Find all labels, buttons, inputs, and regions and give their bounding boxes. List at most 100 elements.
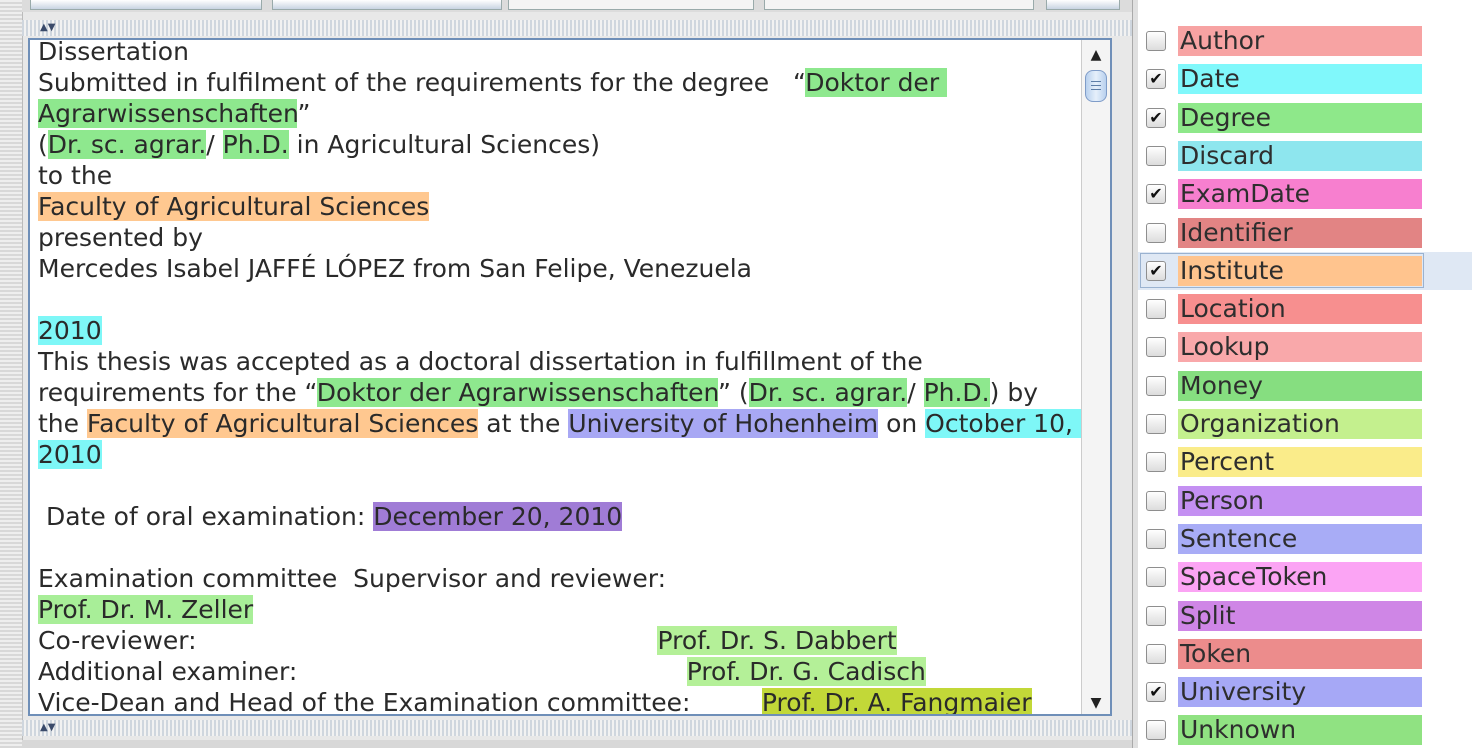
date-annotation[interactable]: 2010 [38, 440, 102, 469]
type-row-degree[interactable]: ✔ Degree [1138, 99, 1472, 137]
type-label[interactable]: Percent [1178, 447, 1422, 478]
type-row-organization[interactable]: Organization [1138, 405, 1472, 443]
document-text-pane[interactable]: Dissertation Submitted in fulfilment of t… [28, 38, 1112, 716]
scroll-up-button[interactable]: ▲ [1082, 44, 1110, 66]
type-row-person[interactable]: Person [1138, 482, 1472, 520]
type-checkbox-lookup[interactable] [1146, 337, 1166, 358]
type-label[interactable]: Unknown [1178, 715, 1422, 746]
degree-annotation[interactable]: Dr. sc. agrar. [748, 378, 908, 407]
type-label[interactable]: Token [1178, 638, 1422, 669]
type-row-identifier[interactable]: Identifier [1138, 214, 1472, 252]
vertical-scrollbar[interactable]: ▲ ▼ [1081, 40, 1110, 714]
type-checkbox-date[interactable]: ✔ [1146, 69, 1166, 90]
type-label[interactable]: Institute [1178, 255, 1422, 286]
institute-annotation[interactable]: Faculty of Agricultural Sciences [38, 192, 430, 221]
person-annotation[interactable]: Prof. Dr. A. Fangmaier [761, 688, 1032, 714]
type-row-date[interactable]: ✔ Date [1138, 60, 1472, 98]
document-text-run: Mercedes Isabel JAFFÉ LÓPEZ from San Fel… [38, 254, 753, 283]
document-line: Additional examiner: Prof. Dr. G. Cadisc… [38, 656, 1078, 687]
toolbar-tab-3[interactable] [508, 0, 754, 10]
type-checkbox-institute[interactable]: ✔ [1146, 260, 1166, 281]
document-text[interactable]: Dissertation Submitted in fulfilment of t… [38, 40, 1081, 714]
type-row-percent[interactable]: Percent [1138, 443, 1472, 481]
type-row-author[interactable]: Author [1138, 22, 1472, 60]
type-checkbox-spacetoken[interactable] [1146, 567, 1166, 588]
scroll-down-button[interactable]: ▼ [1082, 692, 1110, 714]
splitter-arrows-icon[interactable]: ▲▼ [40, 23, 55, 33]
type-row-token[interactable]: Token [1138, 635, 1472, 673]
degree-annotation[interactable]: Ph.D. [222, 130, 289, 159]
type-checkbox-token[interactable] [1146, 643, 1166, 664]
type-row-spacetoken[interactable]: SpaceToken [1138, 558, 1472, 596]
toolbar-tab-2[interactable] [272, 0, 502, 10]
type-label[interactable]: Sentence [1178, 523, 1422, 554]
type-checkbox-money[interactable] [1146, 375, 1166, 396]
type-label[interactable]: Discard [1178, 140, 1422, 171]
type-label[interactable]: Organization [1178, 409, 1422, 439]
toolbar-tab-1[interactable] [30, 0, 262, 10]
degree-annotation[interactable]: Ph.D. [923, 378, 990, 407]
document-line: Prof. Dr. M. Zeller [38, 594, 1078, 625]
type-checkbox-split[interactable] [1146, 605, 1166, 626]
type-checkbox-discard[interactable] [1146, 145, 1166, 166]
type-checkbox-unknown[interactable] [1146, 720, 1166, 741]
type-label[interactable]: Split [1178, 600, 1422, 631]
type-label[interactable]: Money [1178, 370, 1422, 401]
type-checkbox-location[interactable] [1146, 299, 1166, 320]
university-annotation[interactable]: University of Hohenheim [568, 409, 879, 438]
toolbar-tab-4[interactable] [764, 0, 1034, 10]
top-splitter[interactable]: ▲▼ [22, 20, 1132, 36]
type-label[interactable]: Author [1178, 26, 1422, 56]
type-label[interactable]: Date [1178, 64, 1422, 95]
document-line [38, 284, 1078, 315]
institute-annotation[interactable]: Faculty of Agricultural Sciences [86, 409, 479, 438]
type-checkbox-percent[interactable] [1146, 452, 1166, 473]
type-checkbox-degree[interactable]: ✔ [1146, 107, 1166, 128]
person-annotation[interactable]: Prof. Dr. S. Dabbert [657, 626, 897, 655]
type-row-split[interactable]: Split [1138, 597, 1472, 635]
date-annotation[interactable]: October 10, [925, 409, 1081, 438]
type-label[interactable]: Identifier [1178, 217, 1422, 248]
left-border-strip [0, 0, 23, 748]
document-line: This thesis was accepted as a doctoral d… [38, 346, 1078, 377]
degree-annotation[interactable]: Agrarwissenschaften [38, 99, 298, 128]
type-row-lookup[interactable]: Lookup [1138, 328, 1472, 366]
degree-annotation[interactable]: Doktor der Agrarwissenschaften [316, 378, 719, 407]
type-label[interactable]: Person [1178, 485, 1422, 516]
type-row-institute[interactable]: ✔ Institute [1138, 251, 1472, 290]
type-checkbox-sentence[interactable] [1146, 528, 1166, 549]
degree-annotation[interactable]: Dr. sc. agrar. [47, 130, 207, 159]
type-checkbox-identifier[interactable] [1146, 222, 1166, 243]
check-mark-icon: ✔ [1149, 184, 1163, 204]
type-label[interactable]: SpaceToken [1178, 562, 1422, 593]
date-annotation[interactable]: 2010 [38, 316, 102, 345]
toolbar-tab-5[interactable] [1046, 0, 1120, 10]
examdate-annotation[interactable]: December 20, 2010 [373, 502, 623, 531]
type-checkbox-author[interactable] [1146, 31, 1166, 51]
type-checkbox-person[interactable] [1146, 490, 1166, 511]
scroll-thumb[interactable] [1085, 70, 1107, 102]
type-row-examdate[interactable]: ✔ ExamDate [1138, 175, 1472, 213]
type-row-unknown[interactable]: Unknown [1138, 711, 1472, 748]
type-row-money[interactable]: Money [1138, 367, 1472, 405]
type-row-university[interactable]: ✔ University [1138, 673, 1472, 711]
document-text-run: requirements for the “ [38, 378, 317, 407]
type-row-sentence[interactable]: Sentence [1138, 520, 1472, 558]
document-line: 2010 [38, 315, 1078, 346]
type-label[interactable]: ExamDate [1178, 179, 1422, 210]
splitter-arrows-icon[interactable]: ▲▼ [40, 723, 55, 733]
type-checkbox-organization[interactable] [1146, 414, 1166, 434]
degree-annotation[interactable]: Doktor der [805, 68, 948, 97]
type-row-discard[interactable]: Discard [1138, 137, 1472, 175]
type-checkbox-examdate[interactable]: ✔ [1146, 184, 1166, 205]
document-text-run: the [38, 409, 87, 438]
type-label[interactable]: Location [1178, 294, 1422, 325]
person-annotation[interactable]: Prof. Dr. M. Zeller [38, 595, 254, 624]
type-label[interactable]: University [1178, 677, 1422, 708]
type-row-location[interactable]: Location [1138, 290, 1472, 328]
type-label[interactable]: Degree [1178, 102, 1422, 133]
person-annotation[interactable]: Prof. Dr. G. Cadisch [686, 657, 926, 686]
type-label[interactable]: Lookup [1178, 332, 1422, 363]
bottom-splitter[interactable]: ▲▼ [22, 720, 1132, 736]
type-checkbox-university[interactable]: ✔ [1146, 682, 1166, 703]
